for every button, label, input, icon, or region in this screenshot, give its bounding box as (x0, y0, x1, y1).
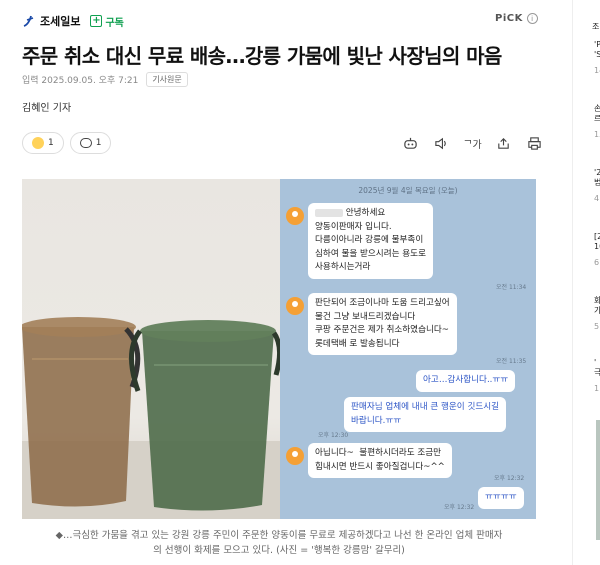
seller-avatar (286, 207, 304, 225)
comment-icon (79, 138, 92, 148)
press-name[interactable]: 조세일보 (40, 13, 80, 29)
sidebar-meta: 5 (594, 322, 600, 331)
caption-line-2: 의 선행이 화제를 모으고 있다. (사진 = '행복한 강릉맘' 갈무리) (153, 545, 405, 556)
sidebar-text[interactable]: 화 (594, 296, 600, 306)
emoji-reaction-count: 1 (48, 138, 54, 148)
chat-message: 아닙니다~ 불편하시더라도 조금만 힘내시면 반드시 좋아질겁니다~^^ (308, 443, 452, 478)
subscribe-button[interactable]: + 구독 (90, 14, 124, 29)
seller-avatar (286, 447, 304, 465)
press-header: 조세일보 + 구독 (22, 12, 124, 30)
sidebar-text[interactable]: ' (594, 358, 600, 368)
speaker-icon (435, 137, 446, 150)
chat-message-mine: 판매자님 업체에 내내 큰 행운이 깃드시길 바랍니다.ㅠㅠ (344, 397, 507, 432)
comment-button[interactable]: 1 (69, 132, 112, 154)
article-main: 조세일보 + 구독 PiCK i 주문 취소 대신 무료 배송…강릉 가뭄에 빛… (0, 0, 560, 565)
font-size-button[interactable]: ᄀ가 (463, 135, 482, 152)
caption-line-1: ◆…극심한 가뭄을 겪고 있는 강원 강릉 주민이 주문한 양동이를 무료로 제… (55, 530, 503, 541)
article-toolbar: ᄀ가 (402, 135, 557, 152)
buckets-image (22, 317, 280, 519)
chat-timestamp: 오후 12:32 (494, 475, 525, 482)
reporter-name[interactable]: 김혜인 기자 (22, 99, 71, 114)
font-size-label: ᄀ가 (463, 140, 482, 151)
chat-timestamp: 오후 12:32 (444, 504, 475, 511)
sidebar-text[interactable]: 'P (594, 40, 600, 50)
smiley-icon (32, 137, 44, 149)
chat-timestamp: 오전 11:34 (496, 284, 527, 291)
robot-icon (404, 137, 417, 149)
press-logo-icon[interactable] (22, 14, 36, 28)
sidebar-meta: 1 (594, 384, 600, 393)
subscribe-label: 구독 (105, 17, 124, 29)
article-photo: 2025년 9월 4일 목요일 (오늘) 안녕하세요 양동이판매자 입니다. 다… (22, 179, 536, 519)
pick-badge[interactable]: PiCK i (495, 13, 538, 24)
sidebar-thumbnail[interactable] (596, 420, 600, 540)
sidebar-meta: 4 (594, 194, 600, 203)
chat-message: 안녕하세요 양동이판매자 입니다. 다름이아니라 강릉에 물부족이 심하여 물을… (308, 203, 433, 279)
article-date: 입력 2025.09.05. 오후 7:21 (22, 76, 139, 86)
share-button[interactable] (495, 135, 512, 152)
sidebar-text[interactable]: 'S (594, 50, 600, 60)
sidebar-text[interactable]: 조 (592, 22, 600, 32)
chat-message: 판단되어 조금이나마 도움 드리고싶어 물건 그냥 보내드리겠습니다 쿠팡 주문… (308, 293, 457, 355)
chat-timestamp: 오전 11:35 (496, 358, 527, 365)
plus-icon: + (90, 15, 103, 27)
photo-caption: ◆…극심한 가뭄을 겪고 있는 강원 강릉 주민이 주문한 양동이를 무료로 제… (22, 528, 536, 558)
original-article-link[interactable]: 기사원문 (146, 72, 188, 87)
sidebar-text[interactable]: 르 (594, 114, 600, 124)
pick-label: PiCK (495, 13, 523, 24)
chat-message-mine: ㅠㅠㅠㅠ (478, 487, 524, 509)
seller-avatar (286, 297, 304, 315)
summary-bot-button[interactable] (402, 135, 419, 152)
article-title: 주문 취소 대신 무료 배송…강릉 가뭄에 빛난 사장님의 마음 (22, 44, 502, 68)
chat-message-mine: 아고…감사합니다..ㅠㅠ (416, 370, 516, 392)
sidebar-text[interactable]: 극 (594, 368, 600, 378)
sidebar-meta: 15 (594, 130, 600, 139)
info-icon[interactable]: i (526, 13, 538, 24)
sidebar-text[interactable]: 10 (594, 242, 600, 252)
chat-screenshot: 2025년 9월 4일 목요일 (오늘) 안녕하세요 양동이판매자 입니다. 다… (280, 179, 536, 519)
chat-timestamp: 오후 12:30 (318, 432, 349, 439)
emoji-reaction-button[interactable]: 1 (22, 132, 64, 154)
reaction-row: 1 1 (22, 132, 117, 154)
sidebar-text[interactable]: '2 (594, 168, 600, 178)
sidebar-text[interactable]: 손 (594, 104, 600, 114)
share-icon (498, 138, 509, 149)
article-meta: 입력 2025.09.05. 오후 7:21 기사원문 (22, 72, 188, 87)
sidebar-meta: 14 (594, 66, 600, 75)
listen-button[interactable] (433, 135, 450, 152)
sidebar-text[interactable]: 가 (594, 306, 600, 316)
comment-count: 1 (95, 138, 102, 148)
sidebar-meta: 6 (594, 258, 600, 267)
redacted-name (315, 208, 343, 217)
print-icon (528, 137, 541, 150)
sidebar-text[interactable]: 법 (594, 178, 600, 188)
sidebar-text[interactable]: [2 (594, 232, 600, 242)
chat-date-header: 2025년 9월 4일 목요일 (오늘) (358, 186, 458, 195)
bucket-photo (22, 179, 280, 519)
print-button[interactable] (526, 135, 543, 152)
